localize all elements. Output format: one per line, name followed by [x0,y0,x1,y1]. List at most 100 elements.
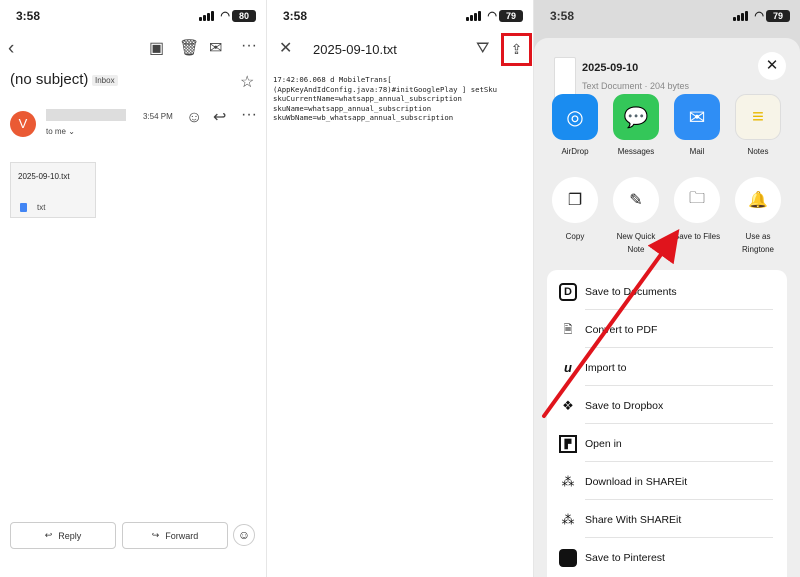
action-label-line2: Note [627,245,645,254]
signal-icon [199,11,214,21]
close-icon[interactable]: ✕ [279,41,292,57]
quick-note-icon: ✎ [613,177,659,223]
airdrop-icon: ◎ [552,94,598,140]
actions-list: D Save to Documents 🗎 Convert to PDF u I… [547,270,787,577]
archive-icon[interactable]: ▣ [149,41,164,57]
app-label: AirDrop [561,147,589,156]
share-button[interactable]: ⇪ [501,33,532,66]
status-bar: 3:58 ◠ 79 [534,0,800,32]
list-item-label: Import to [585,362,627,374]
sender-name-redacted [46,109,126,121]
forward-button[interactable]: ↪ Forward [122,522,228,549]
bell-icon: 🔔 [735,177,781,223]
list-item-label: Share With SHAREit [585,514,682,526]
list-item-label: Save to Pinterest [585,552,665,564]
share-file-title: 2025-09-10 [582,62,639,74]
add-to-drive-icon[interactable]: ⛛ [476,41,489,57]
emoji-button[interactable]: ☺ [233,524,255,546]
mail-icon: ✉ [674,94,720,140]
action-label-line1: New Quick [616,232,656,241]
email-subject: (no subject) [10,71,89,88]
list-item-download-in-shareit[interactable]: ⁂ Download in SHAREit [547,462,787,500]
smiley-icon: ☺ [237,528,251,542]
list-item-label: Save to Dropbox [585,400,664,412]
action-label-line1: Use as [745,232,771,241]
action-label: New Quick Note [608,230,664,256]
inbox-badge[interactable]: Inbox [92,75,118,86]
action-label: Copy [565,232,585,241]
messages-icon: 💬 [613,94,659,140]
wifi-icon: ◠ [487,10,497,22]
list-item-label: Convert to PDF [585,324,658,336]
reply-icon[interactable]: ↩ [213,110,226,126]
share-icon: ⇪ [510,41,523,57]
list-item-share-with-shareit[interactable]: ⁂ Share With SHAREit [547,500,787,538]
more-icon[interactable]: ··· [241,38,257,54]
app-label: Mail [689,147,705,156]
app-notes[interactable]: ≡ Notes [735,94,781,156]
app-mail[interactable]: ✉ Mail [674,94,720,156]
battery-icon: 80 [232,10,256,22]
app-label: Messages [617,147,655,156]
list-item-open-in[interactable]: ▛ Open in [547,424,787,462]
attachment-name: 2025-09-10.txt [18,172,70,181]
action-new-quick-note[interactable]: ✎ New Quick Note [608,177,664,256]
file-viewer-panel: 3:58 ◠ 79 ✕ 2025-09-10.txt ⛛ ⇪ 17:42:06.… [267,0,533,577]
recipient-label: to me [46,127,67,136]
action-use-as-ringtone[interactable]: 🔔 Use as Ringtone [730,177,786,256]
message-more-icon[interactable]: ··· [241,107,257,123]
signal-icon [733,11,748,21]
status-bar: 3:58 ◠ 80 [0,0,266,32]
list-item-save-to-documents[interactable]: D Save to Documents [547,272,787,310]
shareit-icon: ⁂ [561,474,575,489]
dropbox-icon: ❖ [562,398,574,413]
documents-icon: D [559,283,577,301]
delete-icon[interactable]: 🗑 [179,41,199,57]
list-item-save-to-pinterest[interactable]: Save to Pinterest [547,538,787,576]
attachment-card[interactable]: 2025-09-10.txt txt [10,162,96,218]
app-messages[interactable]: 💬 Messages [613,94,659,156]
folder-icon: 🗀 [674,177,720,223]
forward-button-label: Forward [165,530,199,541]
action-save-to-files[interactable]: 🗀 Save to Files [669,177,725,243]
list-item-label: Download in SHAREit [585,476,688,488]
status-time: 3:58 [16,9,41,23]
back-icon[interactable]: ‹ [8,39,14,58]
action-copy[interactable]: ❐ Copy [547,177,603,243]
list-item-save-to-dropbox[interactable]: ❖ Save to Dropbox [547,386,787,424]
notes-icon: ≡ [735,94,781,140]
copy-icon: ❐ [552,177,598,223]
status-bar: 3:58 ◠ 79 [267,0,533,32]
reply-button[interactable]: ↩ Reply [10,522,116,549]
share-file-subtitle: Text Document · 204 bytes [582,81,690,91]
open-in-icon: ▛ [559,435,577,453]
emoji-react-icon[interactable]: ☺ [186,110,202,126]
list-item-import-to[interactable]: u Import to [547,348,787,386]
recipient-toggle[interactable]: to me ⌄ [46,127,75,136]
action-label-line2: Ringtone [741,245,775,254]
app-airdrop[interactable]: ◎ AirDrop [552,94,598,156]
file-content: 17:42:06.068 d MobileTrans[ (AppKeyAndId… [273,75,498,122]
list-item-convert-to-pdf[interactable]: 🗎 Convert to PDF [547,310,787,348]
battery-icon: 79 [499,10,523,22]
signal-icon [466,11,481,21]
list-item-label: Save to Documents [585,286,677,298]
mark-unread-icon[interactable]: ✉ [209,41,222,57]
document-icon [20,203,27,212]
close-sheet-button[interactable]: ✕ [758,52,786,80]
sender-avatar[interactable]: V [10,111,36,137]
reply-button-label: Reply [58,530,82,541]
attachment-type: txt [37,203,46,212]
message-time: 3:54 PM [143,112,173,121]
import-icon: u [564,360,572,375]
pinterest-icon [559,549,577,567]
action-label: Use as Ringtone [730,230,786,256]
star-icon[interactable]: ☆ [240,75,254,91]
share-sheet-panel: 3:58 ◠ 79 2025-09-10 Text Document · 204… [534,0,800,577]
wifi-icon: ◠ [754,10,764,22]
file-title: 2025-09-10.txt [313,42,397,57]
status-time: 3:58 [283,9,308,23]
wifi-icon: ◠ [220,10,230,22]
list-item-label: Open in [585,438,622,450]
pdf-icon: 🗎 [563,324,573,336]
